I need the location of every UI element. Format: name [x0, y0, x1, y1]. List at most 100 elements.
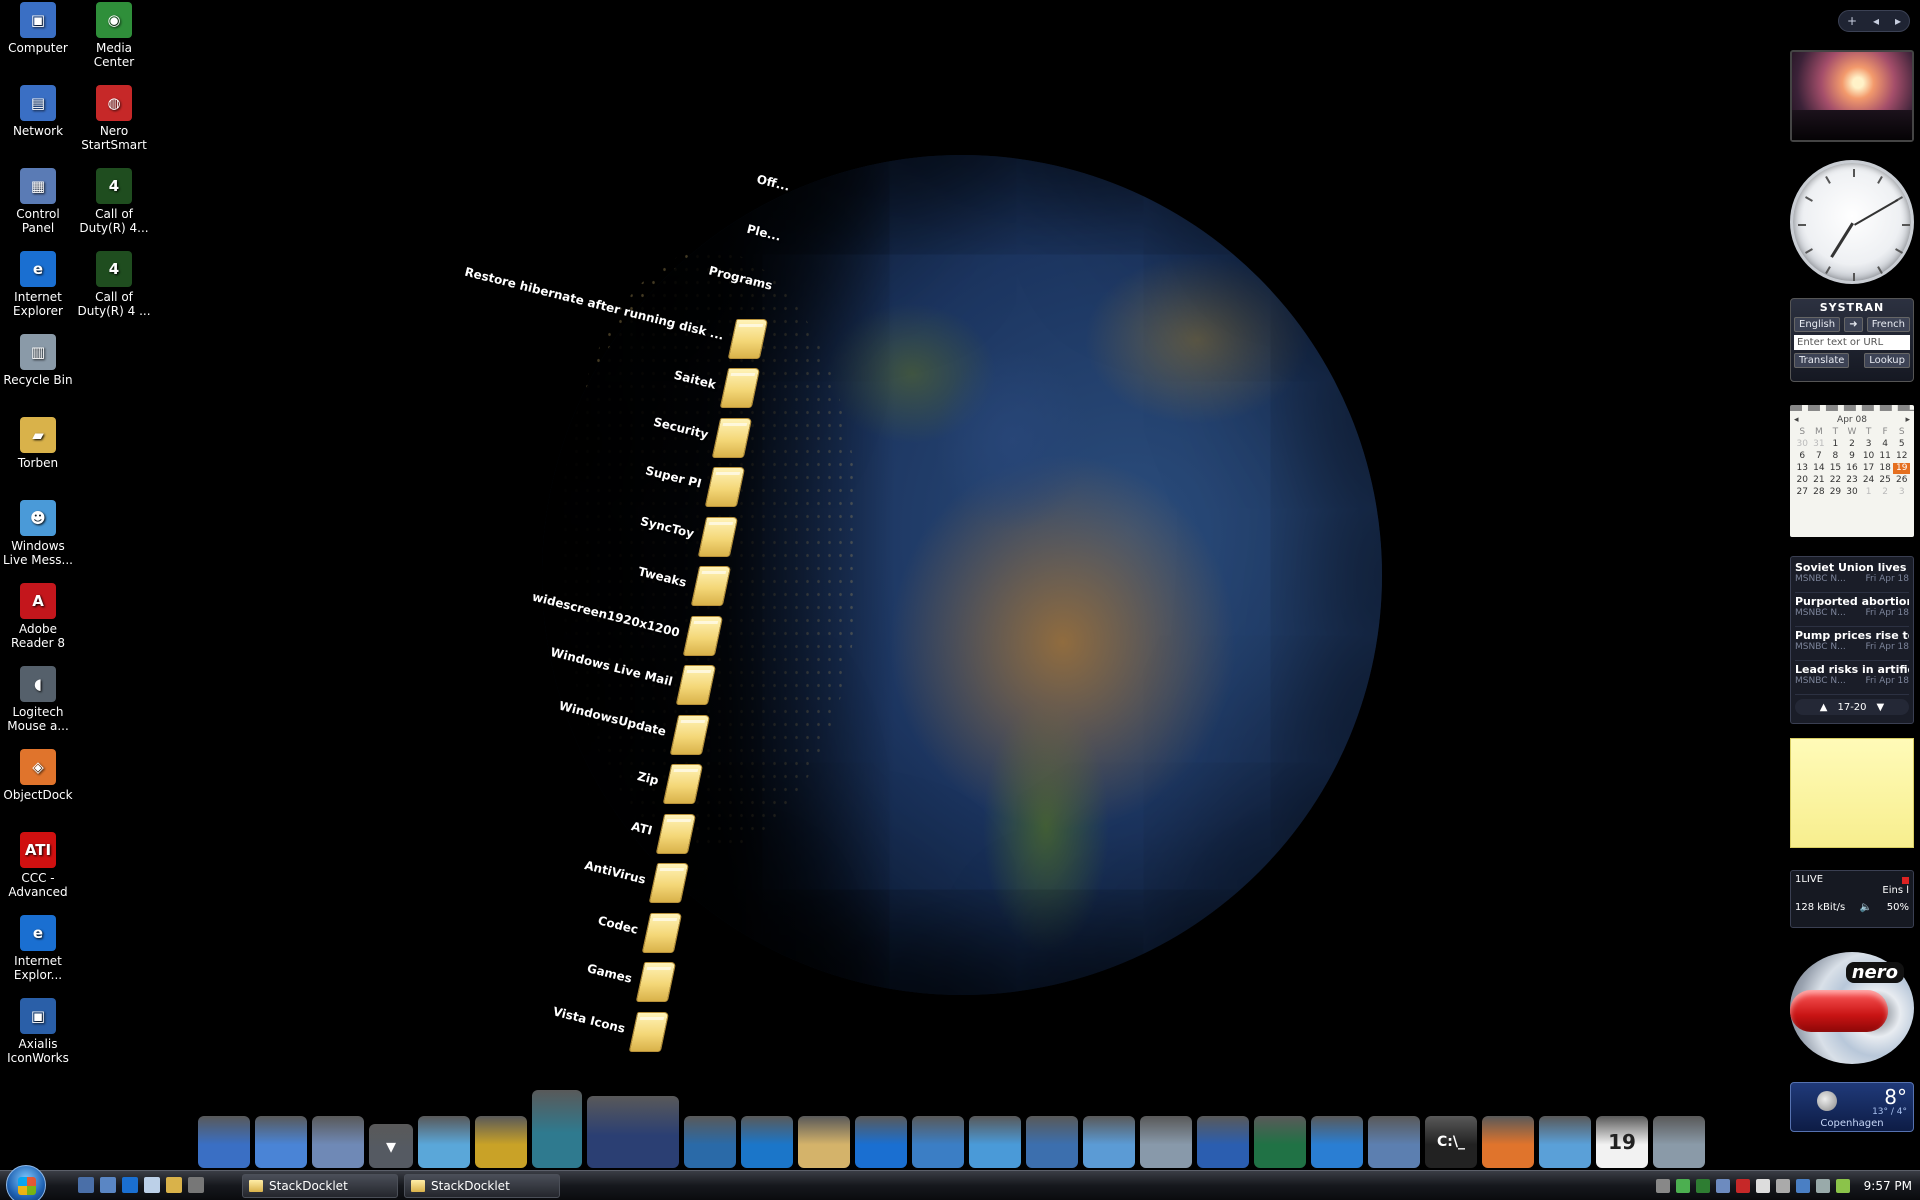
translate-input[interactable]: Enter text or URL — [1794, 335, 1910, 350]
headline-item[interactable]: Lead risks in artificia...MSNBC N... Fri … — [1795, 661, 1909, 695]
internet-explorer-icon[interactable] — [122, 1177, 138, 1193]
calendar-day[interactable]: 3 — [1893, 487, 1910, 498]
calendar-day[interactable]: 6 — [1794, 451, 1811, 462]
start-button[interactable] — [6, 1165, 46, 1200]
calendar-day[interactable]: 9 — [1844, 451, 1861, 462]
calendar-next-button[interactable]: ▸ — [1905, 415, 1910, 425]
folder-icon[interactable] — [166, 1177, 182, 1193]
nero-red-button[interactable] — [1790, 990, 1888, 1032]
calendar-day[interactable]: 22 — [1827, 475, 1844, 486]
windows-dvd-icon[interactable] — [532, 1090, 582, 1168]
calendar-day[interactable]: 20 — [1794, 475, 1811, 486]
calendar-day[interactable]: 24 — [1860, 475, 1877, 486]
calendar-19-icon[interactable]: 19 — [1596, 1116, 1648, 1168]
taskbar-button-stackdocklet-2[interactable]: StackDocklet — [404, 1174, 560, 1198]
notes-gadget[interactable] — [1790, 738, 1914, 848]
volume-tray-icon[interactable] — [1815, 1179, 1830, 1193]
security-icon[interactable] — [475, 1116, 527, 1168]
calendar-day[interactable]: 1 — [1860, 487, 1877, 498]
translate-button[interactable]: Translate — [1794, 353, 1850, 368]
calendar-day[interactable]: 21 — [1811, 475, 1828, 486]
calendar-icon[interactable] — [1026, 1116, 1078, 1168]
switch-windows-icon[interactable] — [100, 1177, 116, 1193]
calendar-day[interactable]: 5 — [1893, 439, 1910, 450]
display-tray-icon[interactable] — [1755, 1179, 1770, 1193]
astronaut-icon[interactable] — [587, 1096, 679, 1168]
calendar-day[interactable]: 30 — [1844, 487, 1861, 498]
settings-icon[interactable] — [1539, 1116, 1591, 1168]
calendar-day[interactable]: 4 — [1877, 439, 1894, 450]
screen-icon[interactable] — [1368, 1116, 1420, 1168]
volume-icon[interactable]: 🔈 — [1860, 902, 1872, 913]
calendar-prev-button[interactable]: ◂ — [1794, 415, 1799, 425]
taskbar-clock[interactable]: 9:57 PM — [1864, 1179, 1912, 1193]
prev-gadget-button[interactable]: ◂ — [1873, 14, 1879, 28]
calendar-day[interactable]: 25 — [1877, 475, 1894, 486]
calendar-day[interactable]: 8 — [1827, 451, 1844, 462]
headline-item[interactable]: Soviet Union lives on...MSNBC N... Fri Ap… — [1795, 559, 1909, 593]
mail-icon[interactable] — [912, 1116, 964, 1168]
calendar-day[interactable]: 11 — [1877, 451, 1894, 462]
show-desktop-icon[interactable] — [78, 1177, 94, 1193]
feather-icon[interactable] — [1311, 1116, 1363, 1168]
lookup-button[interactable]: Lookup — [1864, 353, 1910, 368]
taskbar-button-stackdocklet-1[interactable]: StackDocklet — [242, 1174, 398, 1198]
power-tray-icon[interactable] — [1835, 1179, 1850, 1193]
contacts-icon[interactable] — [1083, 1116, 1135, 1168]
messenger-tray-icon[interactable] — [1675, 1179, 1690, 1193]
calendar-day[interactable]: 13 — [1794, 463, 1811, 474]
control-panel-icon[interactable] — [312, 1116, 364, 1168]
radio-stop-icon[interactable] — [1902, 877, 1909, 884]
calendar-day[interactable]: 28 — [1811, 487, 1828, 498]
swap-language-arrow[interactable]: ➜ — [1844, 317, 1863, 332]
messenger-icon[interactable] — [969, 1116, 1021, 1168]
headline-item[interactable]: Purported abortion a...MSNBC N... Fri Apr… — [1795, 593, 1909, 627]
dropdown-icon[interactable]: ▾ — [369, 1124, 413, 1168]
slideshow-gadget[interactable] — [1790, 50, 1914, 142]
calendar-day[interactable]: 26 — [1893, 475, 1910, 486]
pager-down-icon[interactable]: ▼ — [1877, 702, 1885, 713]
calendar-day[interactable]: 15 — [1827, 463, 1844, 474]
calendar-day[interactable]: 10 — [1860, 451, 1877, 462]
excel-icon[interactable] — [1254, 1116, 1306, 1168]
documents-icon[interactable] — [418, 1116, 470, 1168]
app-icon[interactable] — [188, 1177, 204, 1193]
weather-gadget[interactable]: 8° 13° / 4° Copenhagen — [1790, 1082, 1914, 1132]
calendar-day[interactable]: 17 — [1860, 463, 1877, 474]
pager-up-icon[interactable]: ▲ — [1820, 702, 1828, 713]
calendar-day[interactable]: 16 — [1844, 463, 1861, 474]
recycle-bin-icon[interactable] — [1653, 1116, 1705, 1168]
calendar-day[interactable]: 2 — [1877, 487, 1894, 498]
next-gadget-button[interactable]: ▸ — [1895, 14, 1901, 28]
network-tray-icon[interactable] — [1715, 1179, 1730, 1193]
calendar-day[interactable]: 14 — [1811, 463, 1828, 474]
antivirus-tray-icon[interactable] — [1735, 1179, 1750, 1193]
calendar-day[interactable]: 2 — [1844, 439, 1861, 450]
clock-gadget[interactable] — [1790, 160, 1914, 284]
sync-tray-icon[interactable] — [1695, 1179, 1710, 1193]
safely-remove-icon[interactable] — [1775, 1179, 1790, 1193]
calendar-day[interactable]: 3 — [1860, 439, 1877, 450]
windows-icon[interactable] — [1482, 1116, 1534, 1168]
calendar-day[interactable]: 12 — [1893, 451, 1910, 462]
calendar-day[interactable]: 18 — [1877, 463, 1894, 474]
calendar-day[interactable]: 7 — [1811, 451, 1828, 462]
library-icon[interactable] — [798, 1116, 850, 1168]
network-icon[interactable] — [255, 1116, 307, 1168]
add-gadget-button[interactable]: + — [1847, 14, 1857, 28]
word-icon[interactable] — [1197, 1116, 1249, 1168]
calendar-day[interactable]: 1 — [1827, 439, 1844, 450]
computer-icon[interactable] — [198, 1116, 250, 1168]
calendar-day[interactable]: 27 — [1794, 487, 1811, 498]
calendar-day[interactable]: 23 — [1844, 475, 1861, 486]
internet-explorer-icon[interactable] — [855, 1116, 907, 1168]
calendar-day[interactable]: 30 — [1794, 439, 1811, 450]
command-prompt-icon[interactable]: C:\_ — [1425, 1116, 1477, 1168]
network-connection-icon[interactable] — [1795, 1179, 1810, 1193]
target-language-select[interactable]: French — [1866, 317, 1910, 332]
keyboard-icon[interactable] — [1655, 1179, 1670, 1193]
media-player-icon[interactable] — [684, 1116, 736, 1168]
source-language-select[interactable]: English — [1794, 317, 1841, 332]
nero-gadget[interactable]: nero — [1790, 952, 1914, 1064]
calculator-icon[interactable] — [1140, 1116, 1192, 1168]
